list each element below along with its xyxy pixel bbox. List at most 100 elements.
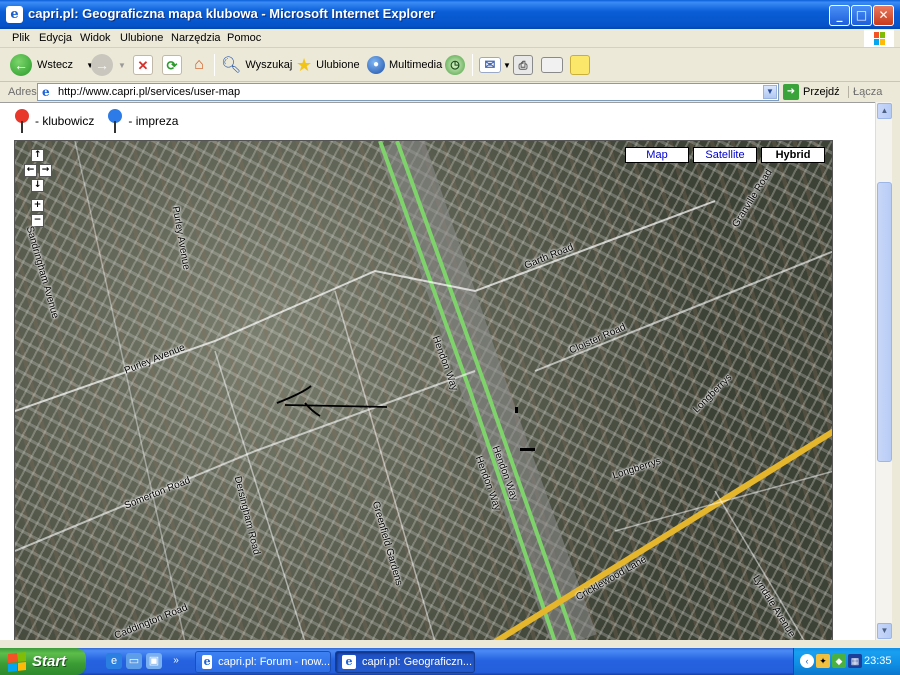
mail-button[interactable]: ✉ ▼ bbox=[479, 52, 511, 78]
ie-task-icon: e bbox=[202, 655, 213, 669]
search-button[interactable]: 🔍︎ Wyszukaj bbox=[221, 52, 292, 78]
window-frame bbox=[892, 102, 900, 640]
pan-up-button[interactable]: ↑ bbox=[31, 149, 44, 162]
page-content: - klubowicz - impreza Map Satellite Hybr… bbox=[0, 102, 875, 640]
map-type-satellite-button[interactable]: Satellite bbox=[693, 147, 757, 163]
toolbar-separator bbox=[214, 54, 215, 76]
minimize-button[interactable]: _ bbox=[829, 5, 850, 26]
title-bar[interactable]: e capri.pl: Geograficzna mapa klubowa - … bbox=[0, 0, 900, 29]
menu-item-plik[interactable]: Plik bbox=[12, 32, 30, 44]
history-button[interactable]: ◷ bbox=[445, 52, 465, 78]
address-label: Adres bbox=[8, 86, 37, 98]
forward-arrow-icon: → bbox=[91, 54, 113, 76]
favorites-label: Ulubione bbox=[316, 59, 360, 71]
back-arrow-icon: ← bbox=[10, 54, 32, 76]
taskbar-task-forum[interactable]: e capri.pl: Forum - now... bbox=[195, 651, 331, 673]
address-bar: Adres e http://www.capri.pl/services/use… bbox=[0, 82, 900, 102]
media-globe-icon: ● bbox=[367, 56, 385, 74]
pan-down-button[interactable]: ↓ bbox=[31, 179, 44, 192]
stop-icon: ✕ bbox=[133, 55, 153, 75]
refresh-icon: ⟳ bbox=[162, 55, 182, 75]
menu-bar: Plik Edycja Widok Ulubione Narzędzia Pom… bbox=[0, 29, 900, 48]
page-icon: e bbox=[42, 85, 50, 99]
tray-network-icon[interactable]: ▦ bbox=[848, 654, 862, 668]
menu-item-edycja[interactable]: Edycja bbox=[39, 32, 72, 44]
event-pin-icon bbox=[108, 109, 123, 133]
pan-right-button[interactable]: → bbox=[39, 164, 52, 177]
tray-sun-icon[interactable]: ✦ bbox=[816, 654, 830, 668]
zoom-in-button[interactable]: + bbox=[31, 199, 44, 212]
ie-task-icon: e bbox=[342, 655, 356, 669]
links-label[interactable]: Łącza bbox=[848, 86, 882, 98]
system-tray: ‹ ✦ ◆ ▦ 23:35 bbox=[793, 648, 900, 675]
menu-item-pomoc[interactable]: Pomoc bbox=[227, 32, 261, 44]
close-button[interactable]: ✕ bbox=[873, 5, 894, 26]
windows-flag-icon bbox=[864, 30, 894, 47]
notes-button[interactable] bbox=[570, 52, 590, 78]
tray-shield-icon[interactable]: ◆ bbox=[832, 654, 846, 668]
menu-item-narzedzia[interactable]: Narzędzia bbox=[171, 32, 221, 44]
printer-icon: ⎙ bbox=[513, 55, 533, 75]
sticky-note-icon bbox=[570, 55, 590, 75]
map-type-map-button[interactable]: Map bbox=[625, 147, 689, 163]
address-input[interactable]: e http://www.capri.pl/services/user-map … bbox=[37, 83, 779, 101]
scroll-up-button[interactable]: ▲ bbox=[877, 103, 892, 119]
ie-icon: e bbox=[6, 6, 23, 23]
media-button[interactable]: ● Multimedia bbox=[367, 52, 442, 78]
menu-item-ulubione[interactable]: Ulubione bbox=[120, 32, 163, 44]
taskbar: Start e ▭ ▣ » e capri.pl: Forum - now...… bbox=[0, 648, 900, 675]
search-icon: 🔍︎ bbox=[221, 57, 242, 74]
member-pin-icon bbox=[15, 109, 29, 133]
menu-item-widok[interactable]: Widok bbox=[80, 32, 111, 44]
star-icon: ★ bbox=[296, 54, 313, 75]
vertical-scrollbar[interactable]: ▲ ▼ bbox=[875, 102, 892, 640]
map-type-hybrid-button[interactable]: Hybrid bbox=[761, 147, 825, 163]
toolbar: ← Wstecz ▼ → ▼ ✕ ⟳ ⌂ 🔍︎ Wyszukaj ★ Ulubi… bbox=[0, 48, 900, 82]
clock: 23:35 bbox=[864, 655, 892, 667]
print-button[interactable]: ⎙ bbox=[513, 52, 533, 78]
map-legend: - klubowicz - impreza bbox=[15, 107, 178, 135]
mail-icon: ✉ bbox=[479, 57, 501, 73]
address-url: http://www.capri.pl/services/user-map bbox=[58, 86, 241, 98]
quicklaunch-media-icon[interactable]: ▣ bbox=[146, 653, 162, 669]
go-arrow-icon: ➜ bbox=[783, 84, 799, 100]
legend-event-label: - impreza bbox=[128, 114, 179, 128]
home-icon: ⌂ bbox=[194, 56, 204, 73]
quicklaunch-more-icon[interactable]: » bbox=[168, 653, 184, 669]
quicklaunch-desktop-icon[interactable]: ▭ bbox=[126, 653, 142, 669]
edit-button[interactable] bbox=[541, 52, 563, 78]
edit-page-icon bbox=[541, 57, 563, 73]
task-label: capri.pl: Forum - now... bbox=[218, 656, 330, 668]
mail-dropdown-icon[interactable]: ▼ bbox=[503, 61, 511, 70]
legend-member-label: - klubowicz bbox=[35, 114, 95, 128]
favorites-button[interactable]: ★ Ulubione bbox=[296, 52, 360, 78]
search-label: Wyszukaj bbox=[245, 59, 293, 71]
start-label: Start bbox=[32, 653, 67, 670]
window-title: capri.pl: Geograficzna mapa klubowa - Mi… bbox=[28, 6, 436, 21]
address-dropdown-icon[interactable]: ▼ bbox=[763, 85, 777, 99]
back-button[interactable]: ← Wstecz ▼ bbox=[10, 52, 94, 78]
status-bar bbox=[0, 640, 900, 648]
start-button[interactable]: Start bbox=[0, 648, 86, 675]
scroll-thumb[interactable] bbox=[877, 182, 892, 462]
maximize-button[interactable]: □ bbox=[851, 5, 872, 26]
go-button[interactable]: ➜ Przejdź bbox=[783, 83, 840, 101]
tray-collapse-icon[interactable]: ‹ bbox=[800, 654, 814, 668]
media-label: Multimedia bbox=[389, 59, 443, 71]
forward-dropdown-icon[interactable]: ▼ bbox=[118, 61, 126, 70]
windows-logo-icon bbox=[8, 651, 26, 672]
refresh-button[interactable]: ⟳ bbox=[162, 52, 182, 78]
back-label: Wstecz bbox=[37, 59, 74, 71]
toolbar-separator bbox=[472, 54, 473, 76]
history-icon: ◷ bbox=[445, 55, 465, 75]
stop-button[interactable]: ✕ bbox=[133, 52, 153, 78]
forward-button[interactable]: → ▼ bbox=[91, 52, 126, 78]
task-label: capri.pl: Geograficzn... bbox=[362, 656, 473, 668]
satellite-map[interactable]: Map Satellite Hybrid ↑ ← → ↓ + − Purley … bbox=[14, 140, 833, 640]
scroll-down-button[interactable]: ▼ bbox=[877, 623, 892, 639]
quicklaunch-ie-icon[interactable]: e bbox=[106, 653, 122, 669]
pan-left-button[interactable]: ← bbox=[24, 164, 37, 177]
taskbar-task-map[interactable]: e capri.pl: Geograficzn... bbox=[335, 651, 475, 673]
home-button[interactable]: ⌂ bbox=[189, 52, 209, 78]
go-label: Przejdź bbox=[803, 86, 840, 98]
